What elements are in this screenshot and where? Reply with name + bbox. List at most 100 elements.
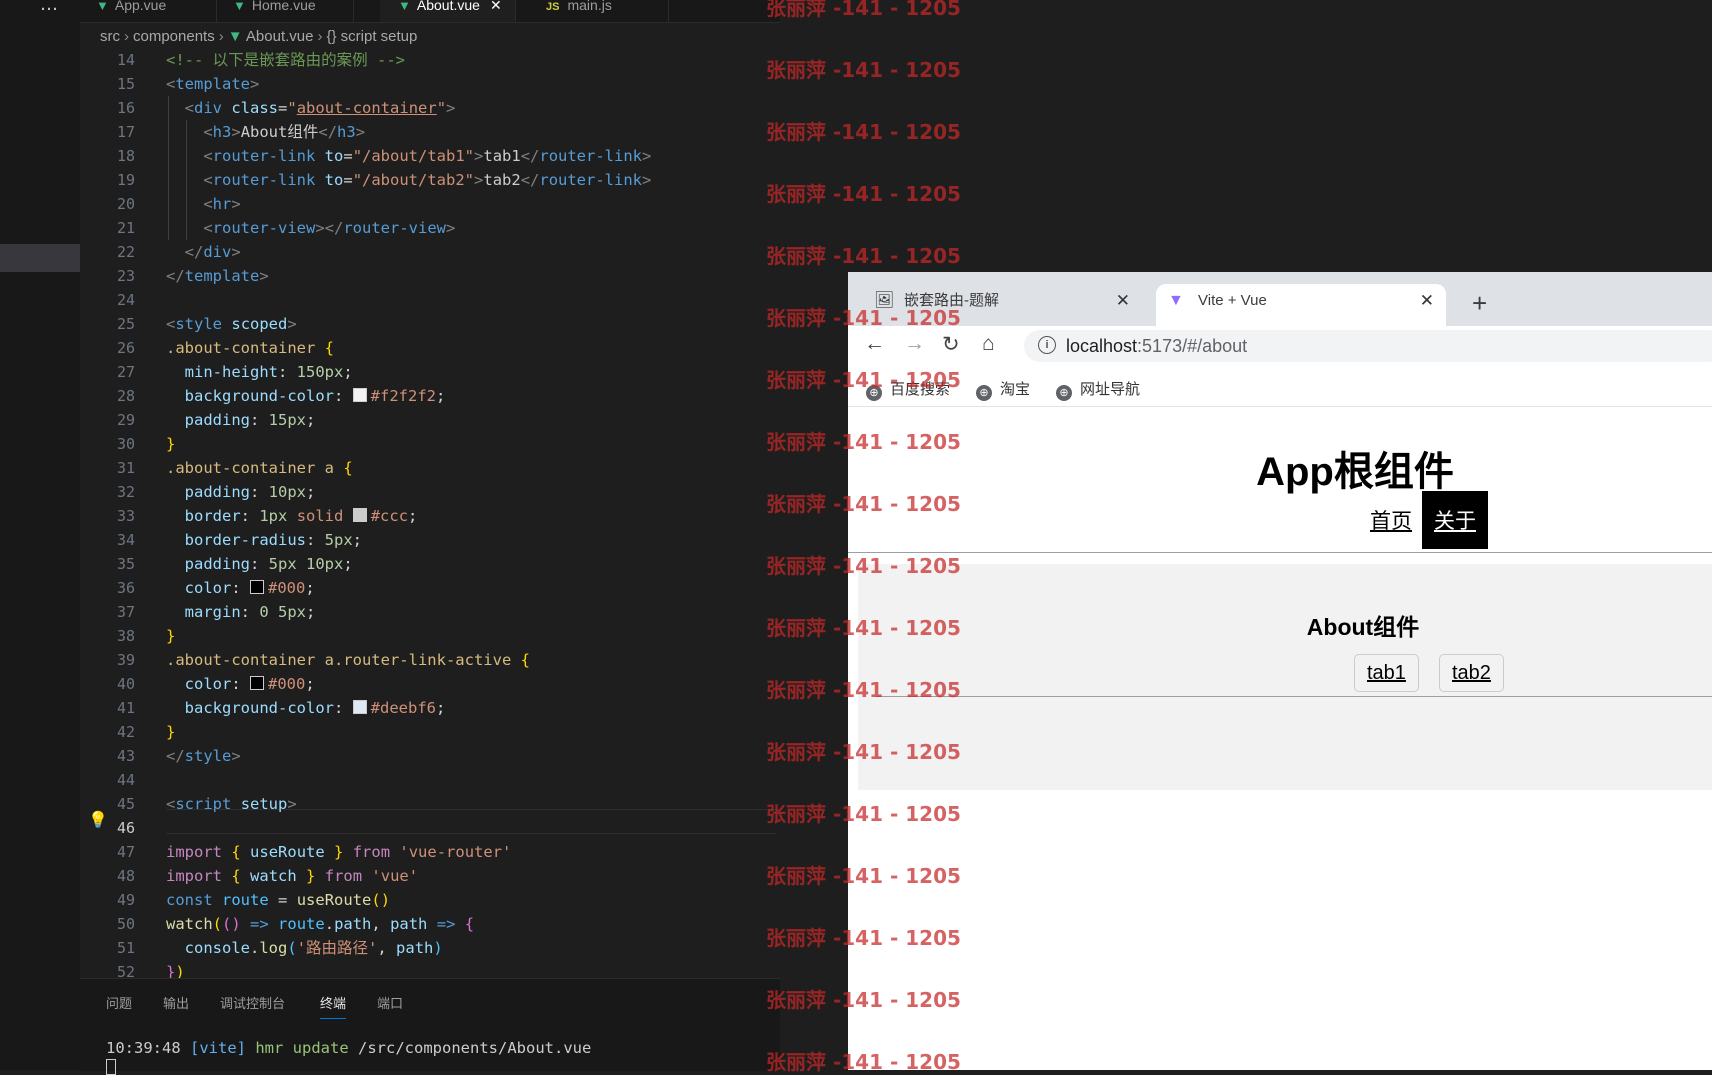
color-swatch[interactable] (352, 388, 367, 402)
close-icon[interactable]: ✕ (1116, 284, 1130, 318)
line-number: 41 (116, 699, 135, 717)
router-link-tab1[interactable]: tab1 (1354, 654, 1419, 692)
watermark-text: 张丽萍 -141 - 1205 (766, 306, 961, 330)
line-number: 33 (116, 507, 135, 525)
tab-main-js[interactable]: JS main.js (528, 0, 669, 22)
new-tab-icon[interactable]: + (1472, 288, 1487, 319)
reload-icon[interactable]: ↻ (942, 332, 960, 357)
code-line-23: </template> (166, 267, 269, 285)
globe-icon: ⊕ (1056, 385, 1072, 401)
watermark-text: 张丽萍 -141 - 1205 (766, 244, 961, 268)
chevron-right-icon: › (124, 28, 129, 45)
watermark-text: 张丽萍 -141 - 1205 (766, 1050, 961, 1074)
tab-app-vue[interactable]: ▼ App.vue (96, 0, 217, 22)
bookmark-taobao[interactable]: ⊕ 淘宝 (976, 378, 1030, 401)
line-number: 26 (116, 339, 135, 357)
code-line-50: watch(() => route.path, path => { (166, 915, 475, 933)
divider (848, 552, 1712, 553)
code-line-25: <style scoped> (166, 315, 297, 333)
line-number: 44 (116, 771, 135, 789)
color-swatch[interactable] (250, 676, 265, 690)
code-line-17: <h3>About组件</h3> (203, 123, 366, 141)
color-swatch[interactable] (250, 580, 265, 594)
line-number: 39 (116, 651, 135, 669)
line-number: 49 (116, 891, 135, 909)
tab-about-vue[interactable]: ▼ About.vue ✕ (380, 0, 516, 22)
panel-tab-debug-console[interactable]: 调试控制台 (220, 993, 285, 1012)
more-icon[interactable]: … (40, 0, 58, 15)
code-line-47: import { useRoute } from 'vue-router' (166, 843, 512, 861)
line-number: 47 (116, 843, 135, 861)
line-number: 31 (116, 459, 135, 477)
code-line-48: import { watch } from 'vue' (166, 867, 419, 885)
breadcrumb-item[interactable]: components (133, 28, 215, 45)
panel-tab-problems[interactable]: 问题 (106, 993, 132, 1012)
line-number: 15 (116, 75, 135, 93)
code-line-29: padding: 15px; (184, 411, 316, 429)
nav-link-home[interactable]: 首页 (1370, 505, 1412, 535)
panel-tab-terminal[interactable]: 终端 (320, 993, 347, 1019)
color-swatch[interactable] (352, 508, 367, 522)
line-number: 18 (116, 147, 135, 165)
nav-link-about[interactable]: 关于 (1422, 491, 1488, 549)
code-line-40: color: #000; (184, 675, 315, 693)
color-swatch[interactable] (352, 700, 367, 714)
tab-home-vue[interactable]: ▼ Home.vue (233, 0, 354, 22)
line-number: 34 (116, 531, 135, 549)
editor-tab-bar: ▼ App.vue ▼ Home.vue ▼ About.vue ✕ JS main.js (80, 0, 780, 23)
line-number: 42 (116, 723, 135, 741)
code-line-14: <!-- 以下是嵌套路由的案例 --> (166, 51, 405, 69)
router-link-tab2[interactable]: tab2 (1439, 654, 1504, 692)
terminal-output[interactable]: 10:39:48 [vite] hmr update /src/componen… (106, 1039, 591, 1057)
line-number: 50 (116, 915, 135, 933)
code-line-38: } (166, 627, 176, 645)
code-line-15: <template> (166, 75, 260, 93)
code-line-51: console.log('路由路径', path) (184, 939, 443, 957)
breadcrumb-item[interactable]: {} script setup (326, 28, 417, 45)
close-icon[interactable]: ✕ (1420, 284, 1434, 318)
code-line-35: padding: 5px 10px; (184, 555, 353, 573)
breadcrumb-item[interactable]: src (100, 28, 120, 45)
panel-tab-output[interactable]: 输出 (163, 993, 189, 1012)
line-number: 21 (116, 219, 135, 237)
back-icon[interactable]: ← (864, 332, 885, 356)
line-number: 30 (116, 435, 135, 453)
activity-bar: … (0, 0, 80, 1070)
watermark-text: 张丽萍 -141 - 1205 (766, 864, 961, 888)
breadcrumb-item[interactable]: About.vue (246, 28, 314, 45)
vue-file-icon: ▼ (96, 0, 109, 13)
site-info-icon[interactable]: i (1038, 336, 1056, 354)
code-line-31: .about-container a { (166, 459, 353, 477)
browser-tab-vite-vue[interactable]: ▼ Vite + Vue ✕ (1156, 284, 1446, 326)
line-number: 38 (116, 627, 135, 645)
code-line-43: </style> (166, 747, 241, 765)
forward-icon[interactable]: → (904, 332, 925, 356)
watermark-text: 张丽萍 -141 - 1205 (766, 368, 961, 392)
code-line-34: border-radius: 5px; (184, 531, 363, 549)
code-line-33: border: 1px solid #ccc; (184, 507, 418, 525)
url-text[interactable]: localhost:5173/#/about (1066, 336, 1247, 357)
about-title: About组件 (1306, 614, 1420, 640)
bookmarks-bar: ⊕ 百度搜索 ⊕ 淘宝 ⊕ 网址导航 (848, 368, 1712, 407)
watermark-text: 张丽萍 -141 - 1205 (766, 120, 961, 144)
line-number: 20 (116, 195, 135, 213)
panel-tab-ports[interactable]: 端口 (377, 993, 403, 1012)
terminal-cursor (106, 1059, 116, 1075)
line-number: 16 (116, 99, 135, 117)
lightbulb-icon[interactable]: 💡 (88, 810, 108, 829)
code-line-39: .about-container a.router-link-active { (166, 651, 530, 669)
watermark-text: 张丽萍 -141 - 1205 (766, 182, 961, 206)
bottom-panel: 问题 输出 调试控制台 终端 端口 10:39:48 [vite] hmr up… (80, 978, 780, 1075)
address-bar[interactable]: i localhost:5173/#/about (1024, 330, 1712, 362)
browser-toolbar: ← → ↻ ⌂ i localhost:5173/#/about (848, 326, 1712, 368)
bookmark-nav[interactable]: ⊕ 网址导航 (1056, 378, 1140, 401)
vue-file-icon: ▼ (227, 28, 246, 45)
watermark-text: 张丽萍 -141 - 1205 (766, 492, 961, 516)
home-icon[interactable]: ⌂ (982, 332, 995, 356)
line-number: 29 (116, 411, 135, 429)
watermark-text: 张丽萍 -141 - 1205 (766, 616, 961, 640)
close-icon[interactable]: ✕ (490, 0, 502, 13)
code-line-42: } (166, 723, 176, 741)
code-line-27: min-height: 150px; (184, 363, 353, 381)
app-title: App根组件 (1256, 450, 1454, 494)
